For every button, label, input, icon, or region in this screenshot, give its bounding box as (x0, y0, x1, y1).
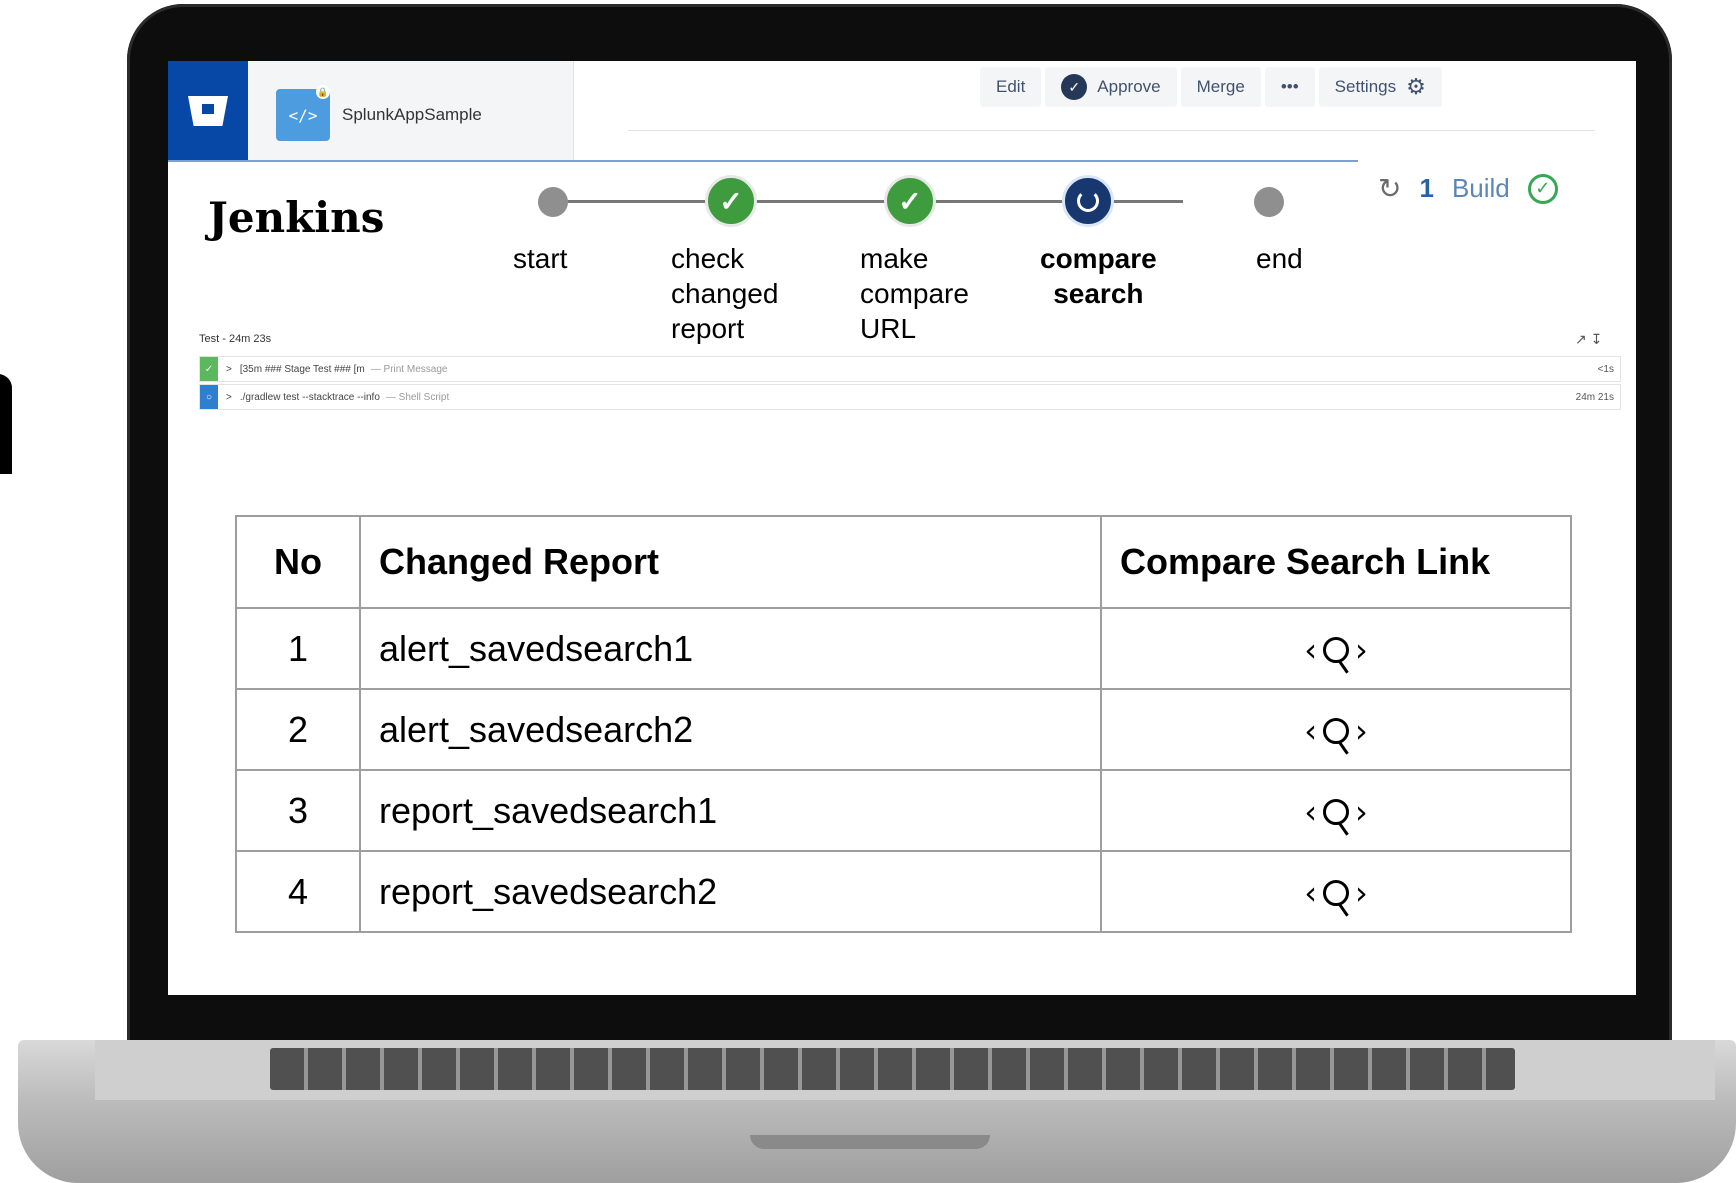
compare-search-link[interactable]: ‹ › (1100, 607, 1572, 690)
chevron-right-icon: > (226, 363, 232, 375)
pr-action-bar: Edit ✓ Approve Merge ••• Settings ⚙ (980, 67, 1442, 113)
report-name: alert_savedsearch2 (359, 688, 1102, 771)
compare-search-link[interactable]: ‹ › (1100, 688, 1572, 771)
jenkins-title: Jenkins (208, 193, 385, 242)
stage-label-start: start (513, 243, 568, 274)
laptop-keyboard (270, 1048, 1515, 1090)
header-underline (168, 160, 1358, 162)
row-number: 4 (235, 850, 361, 933)
build-success-icon: ✓ (1527, 173, 1558, 204)
table-row: 3 report_savedsearch1 ‹ › (235, 769, 1572, 852)
repo-name[interactable]: SplunkAppSample (342, 105, 482, 125)
header-compare-search-link: Compare Search Link (1100, 515, 1572, 609)
laptop-screen: </> 🔒 SplunkAppSample Edit ✓ Approve Mer… (168, 61, 1636, 995)
header-divider (628, 130, 1595, 131)
compare-search-icon: ‹ › (1304, 630, 1368, 669)
header-no: No (235, 515, 361, 609)
gear-icon: ⚙ (1406, 74, 1426, 99)
lock-icon: 🔒 (316, 85, 330, 99)
log-tools: ↗ ↧ (1575, 331, 1602, 348)
compare-search-link[interactable]: ‹ › (1100, 850, 1572, 933)
header-changed-report: Changed Report (359, 515, 1102, 609)
check-circle-icon: ✓ (1061, 74, 1088, 100)
compare-search-icon: ‹ › (1304, 792, 1368, 831)
table-row: 2 alert_savedsearch2 ‹ › (235, 688, 1572, 771)
bitbucket-logo-button[interactable] (168, 61, 248, 161)
success-check-icon: ✓ (200, 357, 218, 381)
log-row[interactable]: ✓ > [35m ### Stage Test ### [m — Print M… (199, 356, 1621, 382)
table-row: 1 alert_savedsearch1 ‹ › (235, 607, 1572, 690)
bitbucket-logo-icon (188, 96, 228, 126)
download-icon[interactable]: ↧ (1591, 331, 1603, 347)
more-actions-button[interactable]: ••• (1264, 67, 1315, 107)
stage-label-make-compare-url: make compare URL (860, 243, 969, 344)
edit-button[interactable]: Edit (980, 67, 1042, 107)
table-row: 4 report_savedsearch2 ‹ › (235, 850, 1572, 933)
table-header-row: No Changed Report Compare Search Link (235, 515, 1572, 609)
build-count: 1 (1419, 173, 1434, 203)
row-number: 1 (235, 607, 361, 690)
log-title: Test - 24m 23s (199, 333, 272, 345)
report-name: report_savedsearch2 (359, 850, 1102, 933)
repo-panel[interactable]: </> 🔒 SplunkAppSample (248, 61, 574, 161)
merge-button[interactable]: Merge (1180, 67, 1261, 107)
compare-search-icon: ‹ › (1304, 711, 1368, 750)
stage-end-node[interactable] (1254, 187, 1284, 217)
settings-button[interactable]: Settings ⚙ (1318, 67, 1442, 107)
report-name: report_savedsearch1 (359, 769, 1102, 852)
stage-make-compare-url-node[interactable]: ✓ (884, 175, 936, 227)
changed-reports-table: No Changed Report Compare Search Link 1 … (235, 515, 1572, 933)
stage-start-node[interactable] (538, 187, 568, 217)
stage-label-compare-search: compare search (1040, 243, 1157, 309)
stage-label-check-changed-report: check changed report (671, 243, 779, 344)
approve-button[interactable]: ✓ Approve (1045, 67, 1177, 107)
more-icon: ••• (1280, 77, 1299, 96)
build-status[interactable]: ↻ 1 Build ✓ (1378, 172, 1558, 205)
stage-label-end: end (1256, 243, 1303, 274)
chevron-right-icon: > (226, 391, 232, 403)
running-icon: ○ (200, 385, 218, 409)
sync-icon: ↻ (1378, 173, 1402, 204)
stage-compare-search-node[interactable] (1062, 175, 1114, 227)
compare-search-link[interactable]: ‹ › (1100, 769, 1572, 852)
laptop-notch (750, 1135, 990, 1149)
report-name: alert_savedsearch1 (359, 607, 1102, 690)
build-label: Build (1451, 173, 1510, 203)
row-number: 3 (235, 769, 361, 852)
cropped-background-glyph (0, 374, 12, 474)
row-number: 2 (235, 688, 361, 771)
log-row[interactable]: ○ > ./gradlew test --stacktrace --info —… (199, 384, 1621, 410)
open-external-icon[interactable]: ↗ (1575, 331, 1587, 347)
running-spinner-icon (1077, 190, 1099, 212)
compare-search-icon: ‹ › (1304, 873, 1368, 912)
stage-check-changed-report-node[interactable]: ✓ (705, 175, 757, 227)
